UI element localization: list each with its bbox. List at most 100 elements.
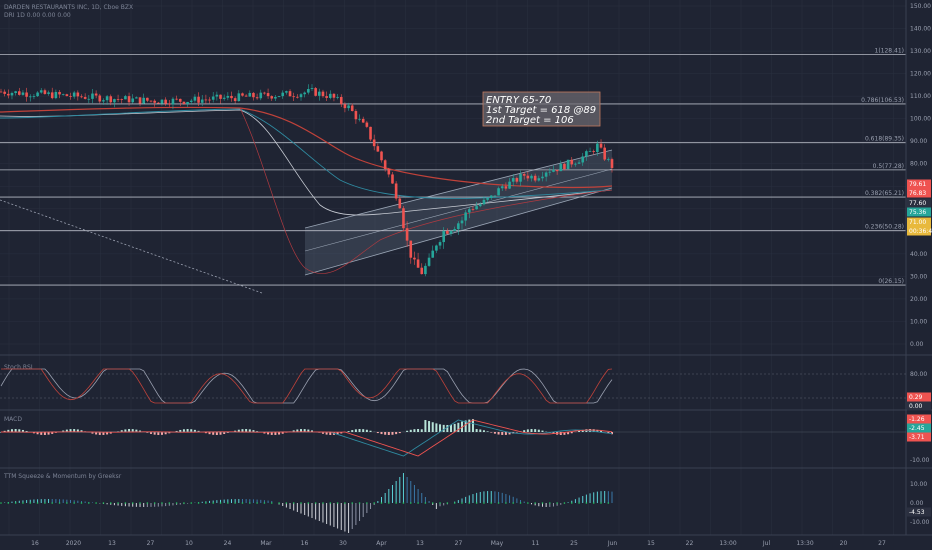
candle-body [131,98,135,103]
candle-body [336,96,339,98]
ttm-squeeze-dot [51,502,54,504]
candle-body [259,92,263,99]
candle-body [471,209,475,211]
macd-histogram-bar [453,423,456,432]
candle-body [14,91,17,94]
candle-body [153,100,156,103]
candle-body [72,92,76,97]
ttm-squeeze-dot [549,502,551,504]
candle-body [83,96,87,99]
candle-body [7,93,10,96]
price-tick-label: 40.00 [910,251,927,258]
candle-body [288,91,292,97]
ttm-squeeze-dot [285,502,288,504]
candle-body [219,94,222,99]
macd-histogram-bar [358,429,361,432]
ttm-squeeze-dot [497,502,500,504]
candle-body [464,212,467,221]
ttm-squeeze-dot [307,502,310,504]
candle-body [493,195,497,197]
candle-body [380,151,383,161]
candle-body [446,230,449,234]
candle-body [149,100,153,102]
candle-body [325,96,328,98]
ttm-squeeze-dot [263,502,266,504]
candle-body [457,223,460,230]
ttm-squeeze-dot [439,502,441,504]
ttm-squeeze-dot [351,502,354,504]
fib-label: 0.5(77.28) [873,163,904,170]
ttm-squeeze-dot [292,502,295,504]
time-tick-label: 27 [147,540,155,547]
candle-body [544,172,548,177]
candle-body [570,159,574,165]
price-tick-label: 100.00 [910,116,931,123]
time-tick-label: Jul [762,540,771,547]
candle-body [230,95,233,99]
macd-histogram-bar [526,429,529,432]
ttm-tick-label: 10.00 [910,481,927,488]
ttm-squeeze-dot [431,502,434,504]
macd-tag-label: -3.71 [909,434,925,441]
macd-histogram-bar [530,429,533,432]
candle-body [200,99,204,103]
fib-label: 1(128.41) [875,48,905,55]
candle-body [574,163,577,165]
candle-body [124,96,127,100]
candle-body [332,93,336,98]
candle-body [274,96,277,99]
candle-body [515,178,519,182]
ttm-squeeze-dot [366,502,368,504]
ttm-squeeze-dot [585,502,588,504]
candle-body [226,95,230,98]
ttm-squeeze-dot [227,502,229,504]
candle-body [167,103,171,105]
ttm-squeeze-dot [22,502,24,504]
price-tick-label: 90.00 [910,138,927,145]
trading-chart[interactable]: DARDEN RESTAURANTS INC, 1D, Cboe BZX DRI… [0,0,932,550]
candle-body [76,92,80,97]
ttm-squeeze-dot [270,502,273,504]
candle-body [460,220,464,224]
candle-body [113,99,116,103]
candle-body [21,92,25,95]
macd-histogram-bar [406,430,409,432]
candle-body [347,105,350,109]
ttm-squeeze-dot [373,502,375,504]
macd-histogram-bar [369,430,372,432]
candle-body [420,267,424,275]
ttm-squeeze-dot [7,502,10,504]
candle-body [339,96,343,105]
candle-body [61,94,65,96]
ttm-squeeze-dot [278,502,280,504]
candle-body [354,111,358,120]
candle-body [424,265,427,275]
candle-body [94,93,98,96]
macd-histogram-bar [219,432,222,435]
macd-histogram-bar [490,432,493,433]
candle-body [453,229,456,231]
candle-body [449,230,453,234]
candle-body [87,98,91,100]
ttm-squeeze-dot [117,502,119,504]
candle-body [193,96,197,101]
macd-histogram-bar [248,429,251,432]
candle-body [138,97,142,104]
candle-body [468,209,471,213]
macd-histogram-bar [431,422,434,432]
trade-annotation[interactable]: ENTRY 65-70 1st Target = 618 @89 2nd Tar… [482,91,601,127]
ttm-squeeze-dot [519,502,522,504]
ttm-squeeze-dot [578,502,580,504]
candle-body [405,228,409,241]
ttm-squeeze-dot [212,502,215,504]
time-tick-label: 16 [31,540,39,547]
ttm-squeeze-dot [607,502,610,504]
candle-body [98,95,102,102]
candle-body [102,100,105,102]
ttm-squeeze-dot [248,502,251,504]
ttm-tag-label: -4.53 [909,509,925,516]
candle-body [80,96,83,98]
ttm-squeeze-dot [300,502,302,504]
candle-body [394,183,398,199]
ttm-squeeze-dot [468,502,471,504]
